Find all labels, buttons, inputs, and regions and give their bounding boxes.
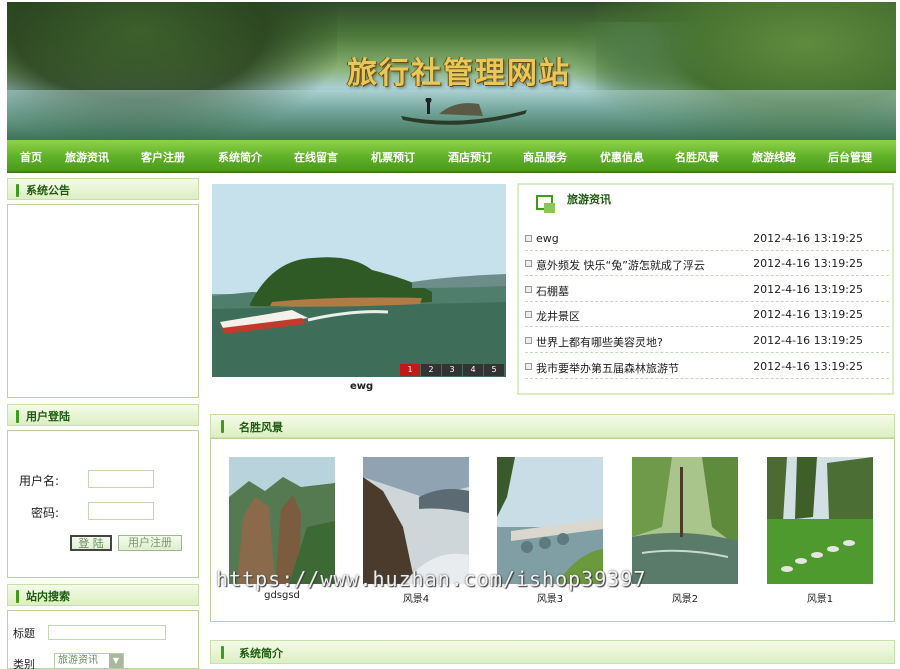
bullet-icon xyxy=(525,363,532,370)
bullet-icon xyxy=(525,337,532,344)
notice-title: 系统公告 xyxy=(26,184,70,197)
news-row[interactable]: 我市要举办第五届森林旅游节 2012-4-16 13:19:25 xyxy=(525,356,889,379)
nav-item-routes[interactable]: 旅游线路 xyxy=(752,149,796,165)
news-item-title[interactable]: 意外频发 快乐“兔”游怎就成了浮云 xyxy=(536,257,705,273)
bridge-photo xyxy=(497,457,603,584)
site-title: 旅行社管理网站 xyxy=(347,56,571,91)
nav-item-travel-news[interactable]: 旅游资讯 xyxy=(65,149,109,165)
news-item-date: 2012-4-16 13:19:25 xyxy=(753,257,863,270)
nav-item-hotel[interactable]: 酒店预订 xyxy=(448,149,492,165)
news-item-title[interactable]: 龙井景区 xyxy=(536,308,580,324)
bullet-icon xyxy=(525,235,532,242)
intro-header: 系统简介 xyxy=(210,640,895,664)
search-title-input[interactable] xyxy=(48,625,166,640)
header-marker xyxy=(221,646,224,659)
nav-item-flight[interactable]: 机票预订 xyxy=(371,149,415,165)
scenery-header: 名胜风景 xyxy=(210,414,895,438)
scenery-caption[interactable]: 风景2 xyxy=(632,590,738,605)
slide-page-4[interactable]: 4 xyxy=(463,364,483,376)
bullet-icon xyxy=(525,286,532,293)
category-select[interactable]: 旅游资讯 ▼ xyxy=(54,653,124,669)
register-button[interactable]: 用户注册 xyxy=(118,535,182,551)
scenery-photo[interactable] xyxy=(497,457,603,584)
slide-page-1[interactable]: 1 xyxy=(400,364,420,376)
news-row[interactable]: 世界上都有哪些美容灵地? 2012-4-16 13:19:25 xyxy=(525,330,889,353)
login-box: 用户名: 密码: 登 陆 用户注册 xyxy=(7,430,199,578)
intro-title: 系统简介 xyxy=(239,647,283,660)
password-input[interactable] xyxy=(88,502,154,520)
mist-cliff-photo xyxy=(363,457,469,584)
news-row[interactable]: ewg 2012-4-16 13:19:25 xyxy=(525,228,889,251)
slideshow-image[interactable] xyxy=(212,184,506,377)
slide-page-2[interactable]: 2 xyxy=(421,364,441,376)
willow-pond-photo xyxy=(632,457,738,584)
nav-item-register[interactable]: 客户注册 xyxy=(141,149,185,165)
header-marker xyxy=(16,410,19,423)
news-item-title[interactable]: 我市要举办第五届森林旅游节 xyxy=(536,360,679,376)
notice-box xyxy=(7,204,199,398)
notice-header: 系统公告 xyxy=(7,178,199,200)
watermark-text: https://www.huzhan.com/ishop39397 xyxy=(216,567,647,591)
park-lawn-photo xyxy=(767,457,873,584)
mountain-photo xyxy=(229,457,335,584)
news-item-title[interactable]: ewg xyxy=(536,232,559,245)
username-label: 用户名: xyxy=(19,474,60,488)
nav-item-scenery[interactable]: 名胜风景 xyxy=(675,149,719,165)
login-title: 用户登陆 xyxy=(26,410,70,423)
news-icon xyxy=(536,195,555,213)
nav-item-message[interactable]: 在线留言 xyxy=(294,149,338,165)
news-item-date: 2012-4-16 13:19:25 xyxy=(753,283,863,296)
header-banner: 旅行社管理网站 xyxy=(7,2,896,140)
slide-page-5[interactable]: 5 xyxy=(484,364,504,376)
chevron-down-icon[interactable]: ▼ xyxy=(109,654,123,668)
bullet-icon xyxy=(525,260,532,267)
news-title: 旅游资讯 xyxy=(567,193,611,206)
news-row[interactable]: 石棚墓 2012-4-16 13:19:25 xyxy=(525,279,889,302)
username-input[interactable] xyxy=(88,470,154,488)
bullet-icon xyxy=(525,311,532,318)
nav-item-intro[interactable]: 系统简介 xyxy=(218,149,262,165)
news-row[interactable]: 意外频发 快乐“兔”游怎就成了浮云 2012-4-16 13:19:25 xyxy=(525,253,889,276)
news-item-date: 2012-4-16 13:19:25 xyxy=(753,360,863,373)
slide-page-3[interactable]: 3 xyxy=(442,364,462,376)
slideshow-caption[interactable]: ewg xyxy=(350,381,373,392)
scenery-photo[interactable] xyxy=(363,457,469,584)
login-button[interactable]: 登 陆 xyxy=(70,535,112,551)
scenery-photo[interactable] xyxy=(229,457,335,584)
news-item-date: 2012-4-16 13:19:25 xyxy=(753,232,863,245)
header-marker xyxy=(221,420,224,433)
header-marker xyxy=(16,590,19,603)
scenery-caption[interactable]: 风景1 xyxy=(767,590,873,605)
search-title: 站内搜索 xyxy=(26,590,70,603)
category-label: 类别 xyxy=(13,658,35,669)
scenery-caption[interactable]: 风景4 xyxy=(363,590,469,605)
news-item-date: 2012-4-16 13:19:25 xyxy=(753,334,863,347)
category-value: 旅游资讯 xyxy=(58,655,98,666)
news-row[interactable]: 龙井景区 2012-4-16 13:19:25 xyxy=(525,304,889,327)
search-header: 站内搜索 xyxy=(7,584,199,606)
scenery-title: 名胜风景 xyxy=(239,421,283,434)
password-label: 密码: xyxy=(31,506,60,520)
login-header: 用户登陆 xyxy=(7,404,199,426)
news-item-title[interactable]: 世界上都有哪些美容灵地? xyxy=(536,334,663,350)
main-nav: 首页 旅游资讯 客户注册 系统简介 在线留言 机票预订 酒店预订 商品服务 优惠… xyxy=(7,140,896,173)
nav-item-offers[interactable]: 优惠信息 xyxy=(600,149,644,165)
news-item-title[interactable]: 石棚墓 xyxy=(536,283,569,299)
nav-item-products[interactable]: 商品服务 xyxy=(523,149,567,165)
nav-item-home[interactable]: 首页 xyxy=(20,149,42,165)
title-label: 标题 xyxy=(13,627,35,640)
search-box: 标题 类别 旅游资讯 ▼ xyxy=(7,610,199,669)
news-item-date: 2012-4-16 13:19:25 xyxy=(753,308,863,321)
scenery-photo[interactable] xyxy=(767,457,873,584)
header-marker xyxy=(16,184,19,197)
scenery-caption[interactable]: gdsgsd xyxy=(229,590,335,601)
scenery-photo[interactable] xyxy=(632,457,738,584)
scenery-caption[interactable]: 风景3 xyxy=(497,590,603,605)
nav-item-admin[interactable]: 后台管理 xyxy=(828,149,872,165)
boat-illustration xyxy=(401,98,527,125)
lake-island-photo xyxy=(212,184,506,377)
